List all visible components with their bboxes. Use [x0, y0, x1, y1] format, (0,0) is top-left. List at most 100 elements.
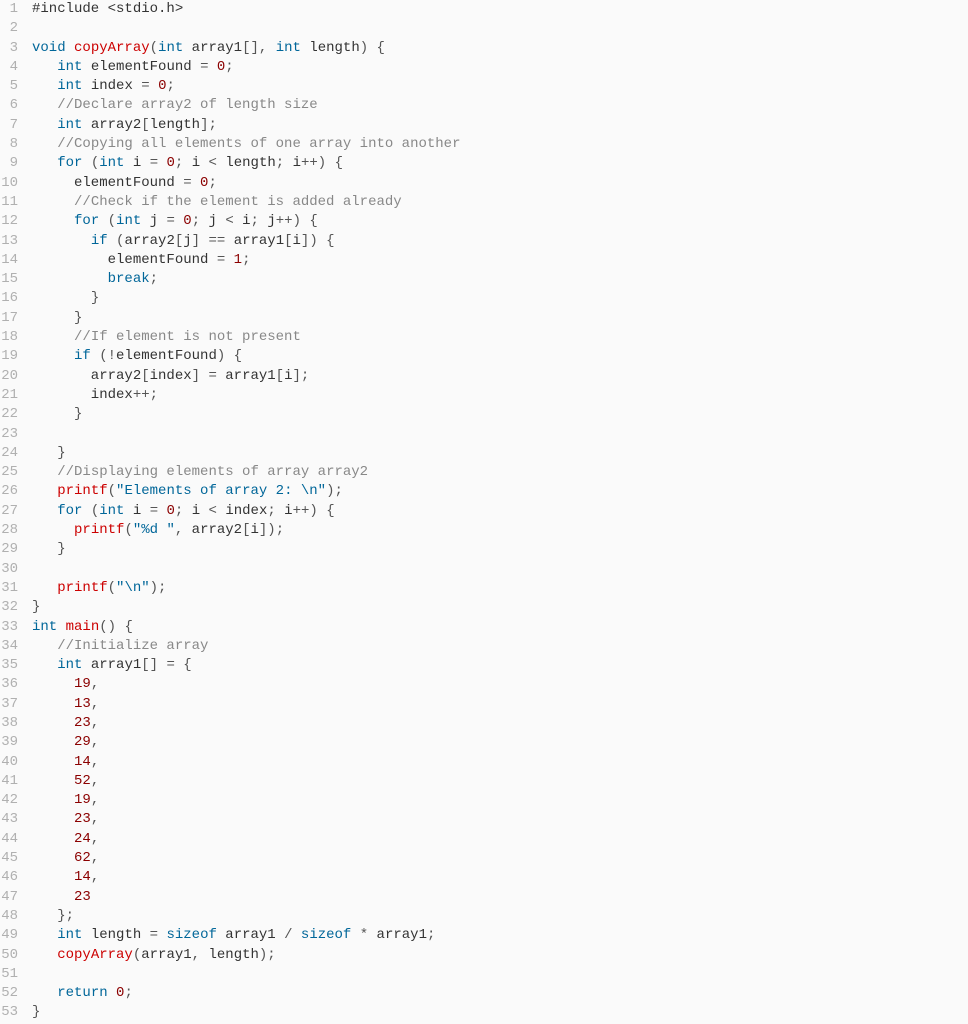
code-line: void copyArray(int array1[], int length)…: [32, 39, 968, 58]
token-id: [91, 348, 99, 364]
code-line: [32, 560, 968, 579]
token-id: [32, 715, 74, 731]
token-id: [158, 503, 166, 519]
token-pn: ]: [192, 368, 209, 384]
line-number: 38: [0, 714, 18, 733]
token-id: array1: [225, 233, 284, 249]
token-id: [32, 869, 74, 885]
token-pn: ;: [175, 503, 192, 519]
token-id: [32, 464, 57, 480]
token-pn: ,: [91, 811, 99, 827]
code-line: int array2[length];: [32, 116, 968, 135]
token-pn: };: [57, 908, 74, 924]
token-fn: printf: [57, 483, 107, 499]
token-pn: ]) {: [301, 233, 335, 249]
token-id: length: [82, 927, 149, 943]
token-op: =: [166, 657, 174, 673]
code-line: printf("%d ", array2[i]);: [32, 521, 968, 540]
token-id: [32, 348, 74, 364]
token-id: [57, 619, 65, 635]
line-number: 5: [0, 77, 18, 96]
line-number: 1: [0, 0, 18, 19]
token-pn: ,: [91, 869, 99, 885]
code-line: 19,: [32, 791, 968, 810]
token-num: 0: [167, 155, 175, 171]
token-pn: [: [141, 117, 149, 133]
token-kw: int: [32, 619, 57, 635]
token-op: ++: [276, 213, 293, 229]
token-id: [32, 483, 57, 499]
token-kw: for: [57, 503, 82, 519]
token-op: <: [225, 213, 233, 229]
token-op: *: [360, 927, 368, 943]
token-kw: int: [276, 40, 301, 56]
token-id: [158, 155, 166, 171]
token-kw: int: [57, 927, 82, 943]
token-id: [32, 947, 57, 963]
code-line: //Check if the element is added already: [32, 193, 968, 212]
line-number: 49: [0, 926, 18, 945]
line-number: 32: [0, 598, 18, 617]
token-fn: copyArray: [57, 947, 133, 963]
token-pn: (: [150, 40, 158, 56]
token-op: ++: [301, 155, 318, 171]
token-id: array1: [368, 927, 427, 943]
line-number: 20: [0, 367, 18, 386]
token-pn: ,: [192, 947, 209, 963]
token-pn: ;: [276, 155, 293, 171]
code-line: }: [32, 444, 968, 463]
line-number: 37: [0, 695, 18, 714]
token-cm: //Displaying elements of array array2: [57, 464, 368, 480]
token-kw: break: [108, 271, 150, 287]
token-id: elementFound: [82, 59, 200, 75]
token-id: [32, 676, 74, 692]
token-id: [82, 503, 90, 519]
token-pn: [: [242, 522, 250, 538]
line-number: 10: [0, 174, 18, 193]
token-id: [32, 213, 74, 229]
token-id: i: [293, 233, 301, 249]
token-pn: [: [175, 233, 183, 249]
token-pn: (: [91, 155, 99, 171]
token-pn: ,: [175, 522, 192, 538]
code-line: int length = sizeof array1 / sizeof * ar…: [32, 926, 968, 945]
code-line: [32, 425, 968, 444]
token-pn: ];: [292, 368, 309, 384]
token-kw: int: [158, 40, 183, 56]
token-id: [108, 985, 116, 1001]
code-line: int main() {: [32, 618, 968, 637]
token-id: length: [150, 117, 200, 133]
token-pn: ,: [91, 792, 99, 808]
code-line: 23,: [32, 714, 968, 733]
token-pn: }: [32, 1004, 40, 1020]
token-id: index: [217, 503, 267, 519]
token-id: array2: [82, 117, 141, 133]
line-number: 36: [0, 675, 18, 694]
token-id: [32, 117, 57, 133]
code-line: array2[index] = array1[i];: [32, 367, 968, 386]
token-num: 14: [74, 869, 91, 885]
token-id: length: [301, 40, 360, 56]
token-pn: (: [99, 348, 107, 364]
token-id: j: [183, 233, 191, 249]
token-pn: ;: [427, 927, 435, 943]
token-id: [108, 233, 116, 249]
token-id: [32, 59, 57, 75]
token-id: length: [208, 947, 258, 963]
token-fn: printf: [74, 522, 124, 538]
token-op: /: [284, 927, 292, 943]
token-id: index: [150, 368, 192, 384]
token-str: "\n": [116, 580, 150, 596]
token-num: 62: [74, 850, 91, 866]
token-pn: ]);: [259, 522, 284, 538]
code-line: 13,: [32, 695, 968, 714]
code-line: 14,: [32, 868, 968, 887]
code-line: //If element is not present: [32, 328, 968, 347]
code-line: int array1[] = {: [32, 656, 968, 675]
token-id: i: [124, 155, 149, 171]
token-pn: (: [108, 580, 116, 596]
line-number: 28: [0, 521, 18, 540]
line-number: 31: [0, 579, 18, 598]
token-pn: ,: [91, 831, 99, 847]
token-pp: #include <stdio.h>: [32, 1, 183, 17]
